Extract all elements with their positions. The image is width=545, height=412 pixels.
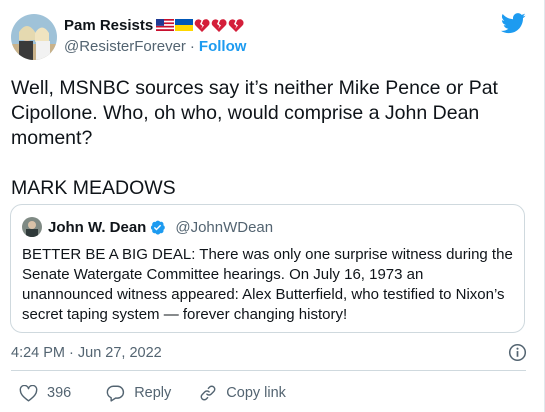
quoted-author-handle: @JohnWDean (175, 218, 274, 236)
link-icon (200, 385, 216, 401)
tweet-timestamp[interactable]: 4:24 PM · Jun 27, 2022 (11, 345, 162, 361)
copy-link-label: Copy link (226, 385, 286, 401)
broken-heart-icon (228, 18, 244, 32)
heart-icon (19, 384, 38, 402)
ukraine-flag-icon (175, 19, 194, 31)
handle-separator: · (189, 38, 195, 55)
action-bar: 396 Reply Copy link (11, 384, 286, 402)
tweet-card: Pam Resists @ResisterForever · Follow We… (0, 0, 545, 412)
verified-badge-icon (149, 219, 166, 236)
follow-button[interactable]: Follow (199, 38, 247, 55)
author-display-name[interactable]: Pam Resists (64, 17, 153, 34)
divider (11, 370, 526, 371)
quoted-tweet[interactable]: John W. Dean @JohnWDean BETTER BE A BIG … (10, 204, 525, 333)
tweet-paragraph: MARK MEADOWS (11, 177, 176, 199)
name-emoji-group (156, 18, 244, 33)
author-name-row: Pam Resists (64, 15, 244, 35)
reply-bubble-icon (106, 385, 125, 402)
quoted-tweet-text: BETTER BE A BIG DEAL: There was only one… (22, 246, 513, 323)
tweet-paragraph: Well, MSNBC sources say it’s neither Mik… (11, 77, 498, 149)
reply-label: Reply (134, 385, 172, 401)
twitter-bird-icon[interactable] (501, 13, 526, 34)
quoted-author-avatar (22, 217, 42, 237)
quoted-author-name: John W. Dean (48, 218, 147, 236)
like-button[interactable]: 396 (19, 384, 72, 402)
quoted-tweet-header: John W. Dean @JohnWDean (22, 216, 273, 238)
reply-button[interactable]: Reply (106, 384, 171, 402)
broken-heart-icon (194, 18, 210, 32)
info-icon[interactable] (508, 343, 527, 362)
like-count: 396 (47, 385, 72, 401)
broken-heart-icon (211, 18, 227, 32)
tweet-text: Well, MSNBC sources say it’s neither Mik… (11, 76, 531, 201)
author-handle[interactable]: @ResisterForever (64, 38, 186, 55)
copy-link-button[interactable]: Copy link (199, 384, 286, 402)
author-avatar[interactable] (11, 14, 57, 60)
author-handle-row: @ResisterForever · Follow (64, 38, 246, 55)
us-flag-icon (156, 19, 175, 31)
